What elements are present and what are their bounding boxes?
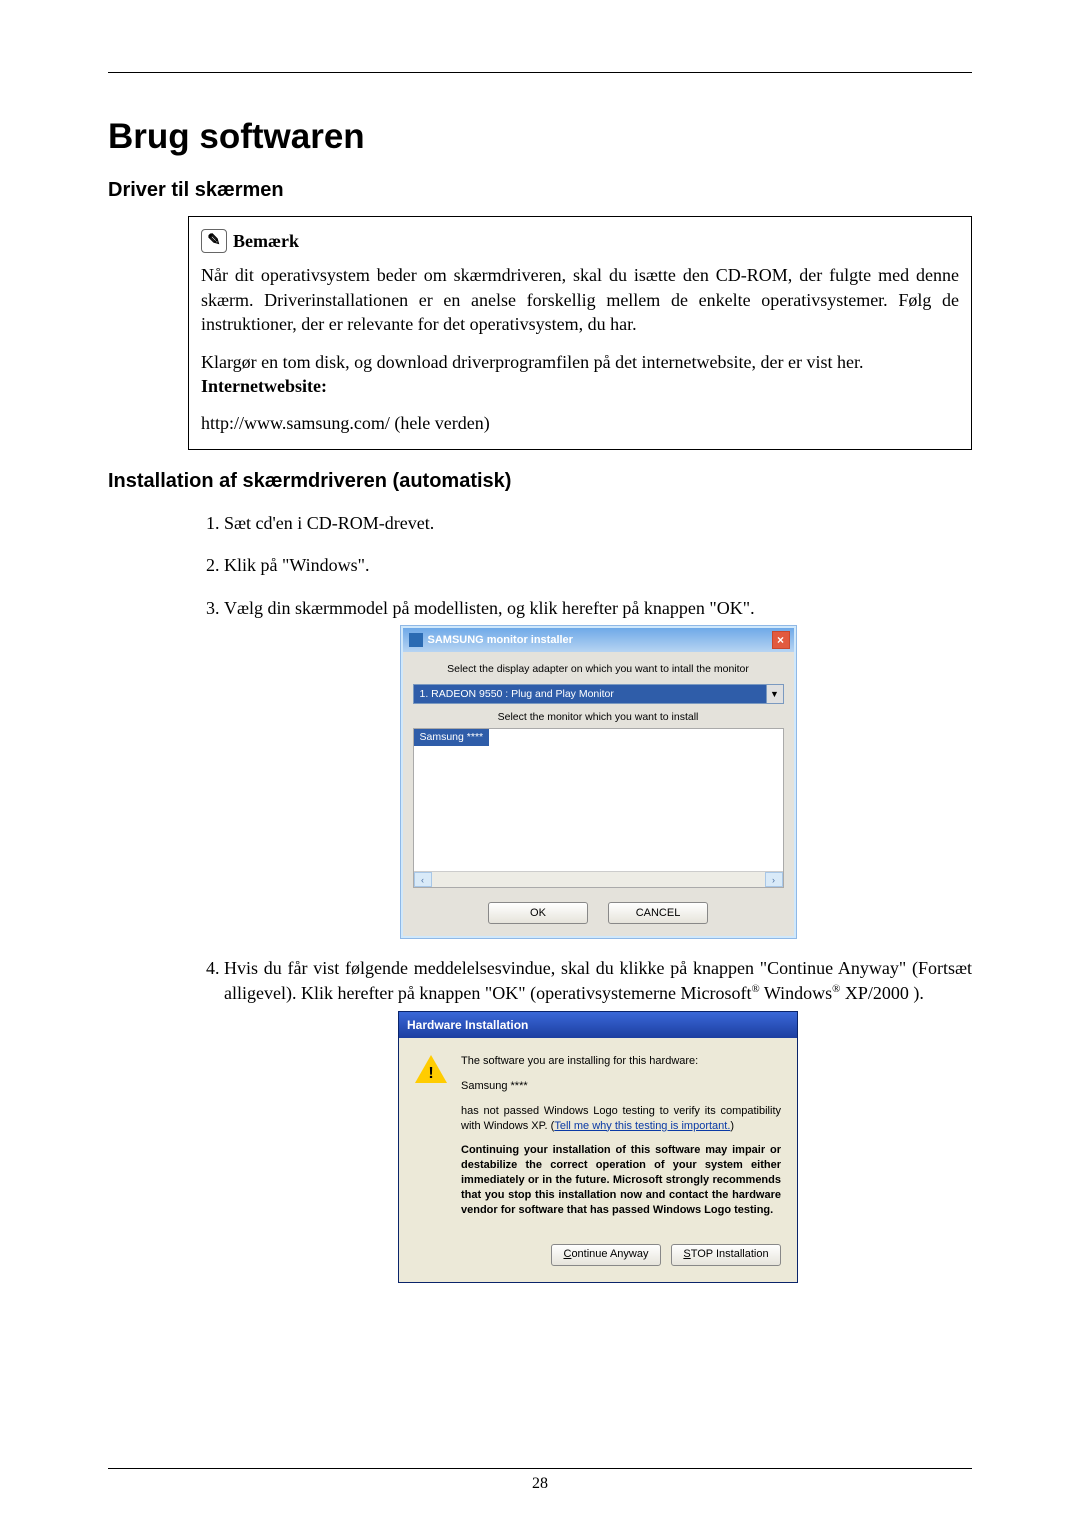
ok-button[interactable]: OK bbox=[488, 902, 588, 924]
installer-dialog: SAMSUNG monitor installer × Select the d… bbox=[401, 626, 796, 939]
installer-line1: Select the display adapter on which you … bbox=[413, 662, 784, 676]
installer-body: Select the display adapter on which you … bbox=[403, 652, 794, 937]
list-item: Vælg din skærmmodel på modellisten, og k… bbox=[224, 596, 972, 939]
cancel-button[interactable]: CANCEL bbox=[608, 902, 708, 924]
page-number: 28 bbox=[0, 1475, 1080, 1493]
page-title: Brug softwaren bbox=[108, 117, 972, 157]
list-item-text: Vælg din skærmmodel på modellisten, og k… bbox=[224, 596, 972, 620]
page-root: Brug softwaren Driver til skærmen ✎ Bemæ… bbox=[0, 0, 1080, 1527]
horizontal-scrollbar[interactable]: ‹ › bbox=[414, 871, 783, 887]
installer-app-icon bbox=[409, 633, 423, 647]
adapter-select-value: 1. RADEON 9550 : Plug and Play Monitor bbox=[413, 684, 766, 704]
note-header: ✎ Bemærk bbox=[201, 229, 959, 253]
note-para1: Når dit operativsystem beder om skærmdri… bbox=[201, 263, 959, 336]
list-item: Sæt cd'en i CD-ROM-drevet. bbox=[224, 511, 972, 535]
install-steps-list: Sæt cd'en i CD-ROM-drevet. Klik på "Wind… bbox=[188, 511, 972, 1283]
list-item-text: Hvis du får vist følgende meddelelsesvin… bbox=[224, 956, 972, 1005]
hardware-buttons: Continue Anyway STOP Installation bbox=[399, 1238, 797, 1282]
installer-dialog-wrap: SAMSUNG monitor installer × Select the d… bbox=[224, 626, 972, 939]
hw-line4: Continuing your installation of this sof… bbox=[461, 1143, 781, 1217]
installer-title: SAMSUNG monitor installer bbox=[428, 633, 573, 648]
hardware-dialog-wrap: Hardware Installation ! The software you… bbox=[224, 1011, 972, 1283]
scroll-left-icon[interactable]: ‹ bbox=[414, 872, 432, 887]
chevron-down-icon[interactable]: ▼ bbox=[766, 684, 784, 704]
hw-line3: has not passed Windows Logo testing to v… bbox=[461, 1104, 781, 1134]
installer-line2: Select the monitor which you want to ins… bbox=[413, 710, 784, 724]
installer-buttons: OK CANCEL bbox=[413, 902, 784, 924]
note-box: ✎ Bemærk Når dit operativsystem beder om… bbox=[188, 216, 972, 450]
internet-website-label: Internetwebsite: bbox=[201, 374, 959, 398]
hardware-titlebar: Hardware Installation bbox=[399, 1012, 797, 1038]
adapter-select[interactable]: 1. RADEON 9550 : Plug and Play Monitor ▼ bbox=[413, 684, 784, 704]
list-item: Hvis du får vist følgende meddelelsesvin… bbox=[224, 956, 972, 1282]
note-icon: ✎ bbox=[201, 229, 227, 253]
internet-website-url: http://www.samsung.com/ (hele verden) bbox=[201, 411, 959, 435]
warning-icon: ! bbox=[415, 1054, 447, 1084]
installer-titlebar: SAMSUNG monitor installer × bbox=[403, 628, 794, 652]
section1-heading: Driver til skærmen bbox=[108, 179, 972, 202]
continue-anyway-button[interactable]: Continue Anyway bbox=[551, 1244, 661, 1266]
top-rule bbox=[108, 72, 972, 73]
scroll-right-icon[interactable]: › bbox=[765, 872, 783, 887]
hw-line1: The software you are installing for this… bbox=[461, 1054, 781, 1069]
monitor-list[interactable]: Samsung **** ‹ › bbox=[413, 728, 784, 888]
section2-heading: Installation af skærmdriveren (automatis… bbox=[108, 470, 972, 493]
hardware-dialog: Hardware Installation ! The software you… bbox=[398, 1011, 798, 1283]
hardware-body: ! The software you are installing for th… bbox=[399, 1038, 797, 1238]
hardware-content: The software you are installing for this… bbox=[461, 1054, 781, 1228]
note-para2: Klargør en tom disk, og download driverp… bbox=[201, 350, 959, 374]
tell-me-why-link[interactable]: Tell me why this testing is important. bbox=[554, 1120, 730, 1132]
note-label: Bemærk bbox=[233, 229, 299, 253]
close-icon[interactable]: × bbox=[772, 631, 790, 649]
stop-installation-button[interactable]: STOP Installation bbox=[671, 1244, 781, 1266]
footer-rule bbox=[108, 1468, 972, 1469]
hw-line2: Samsung **** bbox=[461, 1079, 781, 1094]
monitor-list-item[interactable]: Samsung **** bbox=[414, 729, 490, 745]
list-item: Klik på "Windows". bbox=[224, 553, 972, 577]
